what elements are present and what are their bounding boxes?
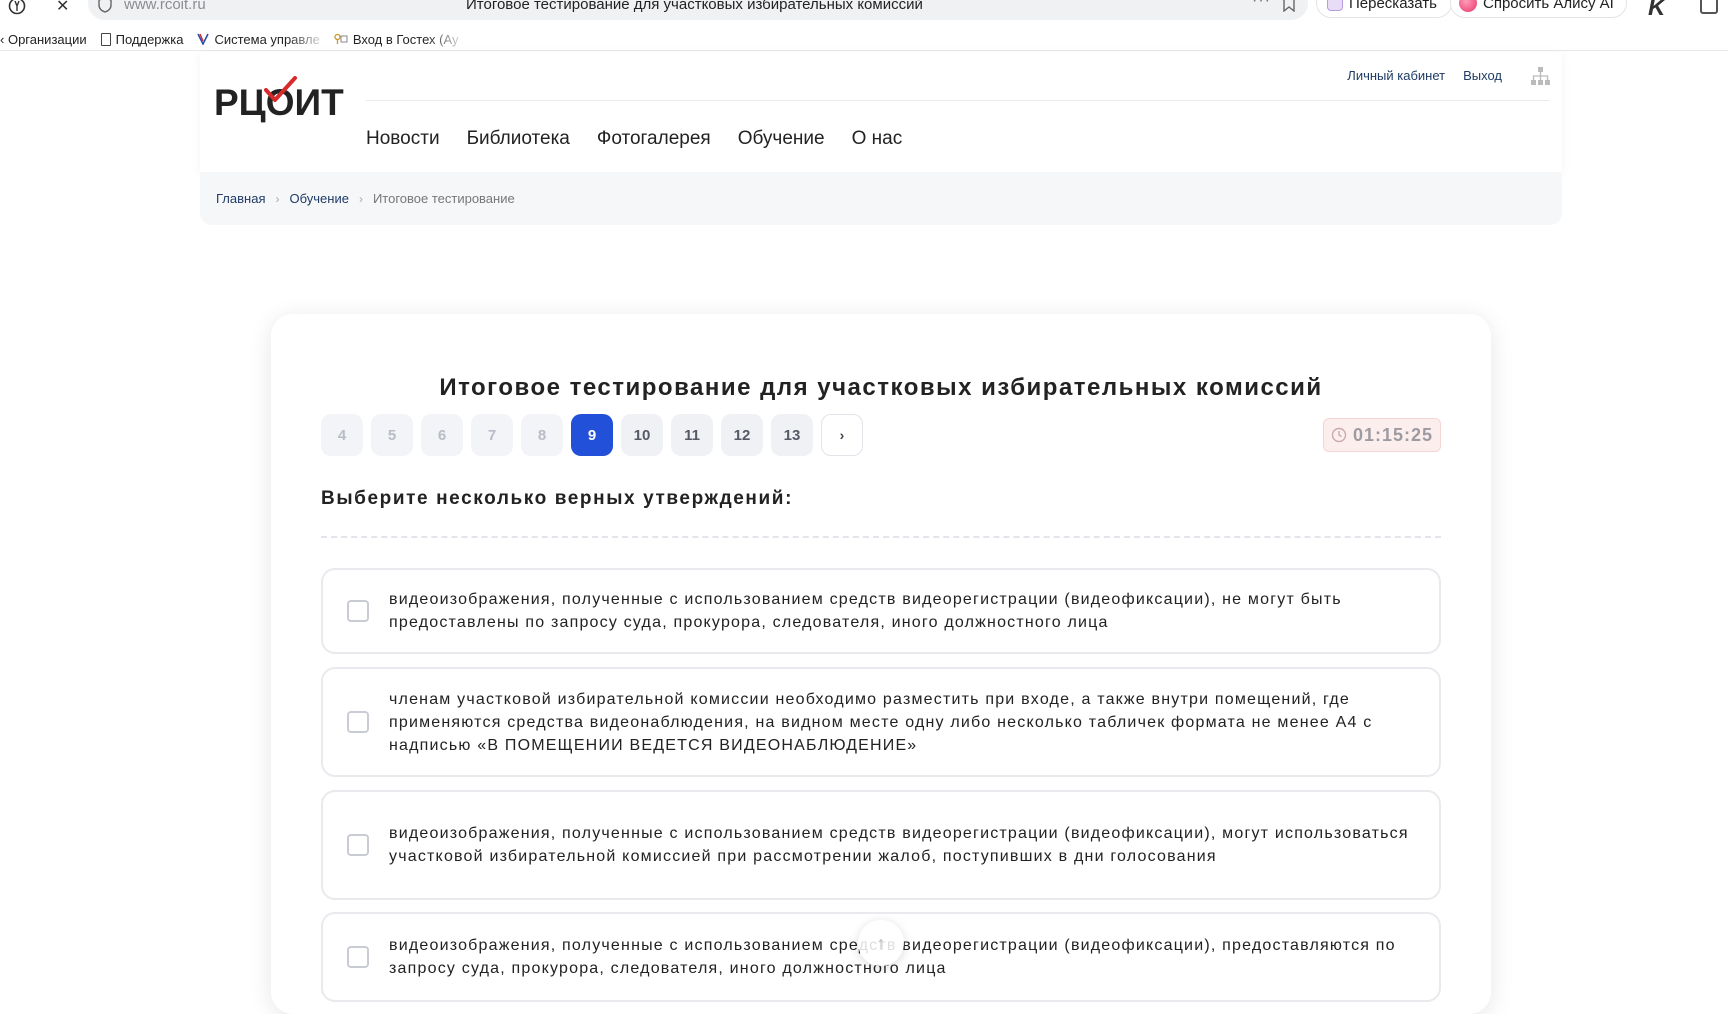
answer-checkbox[interactable] xyxy=(347,600,369,622)
question-button[interactable]: 12 xyxy=(721,414,763,456)
more-icon[interactable]: ··· xyxy=(1252,0,1271,10)
shield-icon[interactable] xyxy=(98,0,112,13)
question-button[interactable]: 6 xyxy=(421,414,463,456)
answer-text: членам участковой избирательной комиссии… xyxy=(389,690,1373,754)
user-links: Личный кабинет Выход xyxy=(1347,68,1502,83)
bookmark-label: ‹ Организации xyxy=(0,31,87,47)
breadcrumb-training[interactable]: Обучение xyxy=(289,191,348,206)
answer-text: видеоизображения, полученные с использов… xyxy=(389,591,1342,631)
k-extension-icon[interactable]: K xyxy=(1648,0,1665,22)
answer-checkbox[interactable] xyxy=(347,946,369,968)
bookmark-control-system[interactable]: Система управле xyxy=(197,31,320,47)
question-button-current[interactable]: 9 xyxy=(571,414,613,456)
question-navigation: 4 5 6 7 8 9 10 11 12 13 › xyxy=(321,414,863,456)
extension-icon[interactable] xyxy=(1700,0,1718,14)
bookmarks-bar: ‹ Организации Поддержка Система управле … xyxy=(0,28,473,50)
key-icon xyxy=(334,33,348,44)
header-divider xyxy=(366,100,1550,101)
main-nav: Новости Библиотека Фотогалерея Обучение … xyxy=(366,128,902,150)
question-button[interactable]: 4 xyxy=(321,414,363,456)
ask-alice-button[interactable]: Спросить Алису AI xyxy=(1450,0,1627,18)
breadcrumb-current: Итоговое тестирование xyxy=(372,191,515,206)
retell-button[interactable]: Пересказать xyxy=(1316,0,1452,18)
answer-option[interactable]: видеоизображения, полученные с использов… xyxy=(321,790,1441,900)
divider xyxy=(0,50,1728,51)
nav-about[interactable]: О нас xyxy=(852,128,903,150)
bookmark-label: Поддержка xyxy=(115,31,184,47)
yandex-icon[interactable] xyxy=(8,0,26,15)
logout-link[interactable]: Выход xyxy=(1463,68,1502,83)
question-button[interactable]: 13 xyxy=(771,414,813,456)
answer-option[interactable]: видеоизображения, полученные с использов… xyxy=(321,568,1441,654)
site-header: РЦОИТ Личный кабинет Выход Новости Библи… xyxy=(200,52,1562,172)
ask-alice-label: Спросить Алису AI xyxy=(1483,0,1614,12)
question-button[interactable]: 10 xyxy=(621,414,663,456)
timer: 01:15:25 xyxy=(1323,418,1441,452)
bookmark-icon[interactable] xyxy=(1282,0,1296,12)
answer-text: видеоизображения, полученные с использов… xyxy=(389,937,1396,977)
question-button[interactable]: 11 xyxy=(671,414,713,456)
personal-cabinet-link[interactable]: Личный кабинет xyxy=(1347,68,1445,83)
divider xyxy=(321,536,1441,538)
nav-training[interactable]: Обучение xyxy=(738,128,825,150)
retell-icon xyxy=(1327,0,1343,11)
breadcrumb: Главная › Обучение › Итоговое тестирован… xyxy=(200,172,1562,225)
clock-icon xyxy=(1331,427,1347,443)
timer-value: 01:15:25 xyxy=(1352,424,1434,445)
bookmark-label: Вход в Гостех (Ау xyxy=(352,31,459,47)
answer-checkbox[interactable] xyxy=(347,711,369,733)
tab-title: Итоговое тестирование для участковых изб… xyxy=(466,0,923,13)
document-icon xyxy=(100,32,111,46)
flag-icon xyxy=(197,33,210,45)
breadcrumb-separator: › xyxy=(358,191,363,206)
test-title: Итоговое тестирование для участковых изб… xyxy=(439,374,1323,401)
answer-checkbox[interactable] xyxy=(347,834,369,856)
arrow-up-icon: ↑ xyxy=(876,932,886,953)
answer-text: видеоизображения, полученные с использов… xyxy=(389,825,1409,865)
bookmark-organizations[interactable]: ‹ Организации xyxy=(0,32,87,47)
question-prompt: Выберите несколько верных утверждений: xyxy=(321,488,793,509)
nav-news[interactable]: Новости xyxy=(366,128,440,150)
question-button[interactable]: 7 xyxy=(471,414,513,456)
bookmark-support[interactable]: Поддержка xyxy=(100,31,184,47)
nav-gallery[interactable]: Фотогалерея xyxy=(597,128,711,150)
bookmark-label: Система управле xyxy=(214,31,320,47)
test-card: Итоговое тестирование для участковых изб… xyxy=(271,314,1491,1014)
sitemap-icon[interactable] xyxy=(1530,66,1550,86)
stop-loading-icon[interactable]: ✕ xyxy=(56,0,69,16)
alice-icon xyxy=(1459,0,1477,12)
browser-toolbar: ✕ www.rcoit.ru Итоговое тестирование для… xyxy=(0,0,1728,22)
bookmark-gostech[interactable]: Вход в Гостех (Ау xyxy=(334,32,459,47)
logo-checkmark-icon xyxy=(264,76,297,102)
answer-option[interactable]: членам участковой избирательной комиссии… xyxy=(321,667,1441,777)
question-button[interactable]: 5 xyxy=(371,414,413,456)
nav-library[interactable]: Библиотека xyxy=(467,128,570,150)
question-button[interactable]: 8 xyxy=(521,414,563,456)
next-questions-button[interactable]: › xyxy=(821,414,863,456)
url-text[interactable]: www.rcoit.ru xyxy=(124,0,206,13)
breadcrumb-home[interactable]: Главная xyxy=(216,191,265,206)
retell-label: Пересказать xyxy=(1349,0,1437,12)
breadcrumb-separator: › xyxy=(275,191,280,206)
scroll-to-top-button[interactable]: ↑ xyxy=(858,920,904,966)
